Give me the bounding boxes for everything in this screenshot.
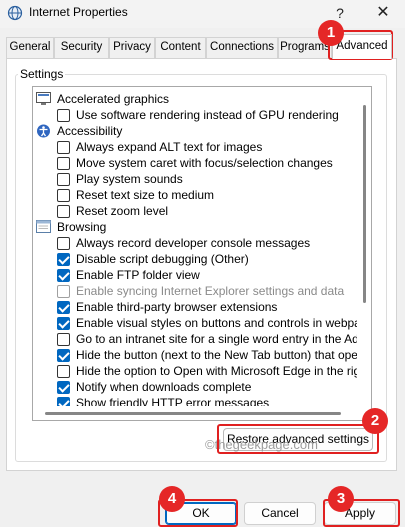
option-label: Use software rendering instead of GPU re… [76, 108, 339, 122]
accessibility-icon [36, 124, 51, 138]
window-title: Internet Properties [29, 5, 128, 19]
internet-globe-icon [7, 5, 23, 21]
checkbox-checked[interactable] [57, 253, 70, 266]
title-bar: Internet Properties ? ✕ [0, 0, 405, 28]
checkbox-unchecked[interactable] [57, 333, 70, 346]
tab-security[interactable]: Security [54, 37, 109, 58]
checkbox-unchecked[interactable] [57, 109, 70, 122]
option-label: Reset zoom level [76, 204, 169, 218]
tab-connections[interactable]: Connections [206, 37, 278, 58]
option-label: Play system sounds [76, 172, 183, 186]
callout-badge-4: 4 [159, 486, 185, 512]
checkbox-unchecked[interactable] [57, 205, 70, 218]
close-button[interactable]: ✕ [372, 2, 394, 24]
checkbox-checked[interactable] [57, 349, 70, 362]
monitor-icon [36, 92, 51, 106]
category-label: Browsing [57, 220, 107, 234]
option-label: Enable FTP folder view [76, 268, 200, 282]
tab-privacy[interactable]: Privacy [109, 37, 155, 58]
option-label: Move system caret with focus/selection c… [76, 156, 333, 170]
option-label: Notify when downloads complete [76, 380, 252, 394]
settings-group-label: Settings [18, 67, 66, 81]
option-label: Always expand ALT text for images [76, 140, 263, 154]
callout-badge-2: 2 [362, 408, 388, 434]
checkbox-unchecked[interactable] [57, 237, 70, 250]
callout-badge-3: 3 [328, 486, 354, 512]
tab-content[interactable]: Content [155, 37, 206, 58]
option-label: Go to an intranet site for a single word… [76, 332, 372, 346]
option-label: Hide the option to Open with Microsoft E… [76, 364, 372, 378]
checkbox-checked[interactable] [57, 301, 70, 314]
checkbox-unchecked[interactable] [57, 189, 70, 202]
vertical-scrollbar[interactable] [357, 87, 371, 405]
vertical-scroll-thumb[interactable] [363, 105, 366, 303]
checkbox-unchecked[interactable] [57, 157, 70, 170]
checkbox-unchecked[interactable] [57, 173, 70, 186]
callout-badge-1: 1 [318, 20, 344, 46]
category-label: Accelerated graphics [57, 92, 170, 106]
checkbox-checked[interactable] [57, 269, 70, 282]
checkbox-unchecked[interactable] [57, 365, 70, 378]
tab-general[interactable]: General [6, 37, 54, 58]
option-label: Enable third-party browser extensions [76, 300, 278, 314]
horizontal-scroll-thumb[interactable] [45, 412, 341, 415]
checkbox-unchecked[interactable] [57, 141, 70, 154]
checkbox-checked[interactable] [57, 381, 70, 394]
settings-tree-list[interactable]: Accelerated graphics Use software renderi… [32, 86, 372, 421]
option-label: Reset text size to medium [76, 188, 215, 202]
option-label: Hide the button (next to the New Tab but… [76, 348, 371, 362]
browser-window-icon [36, 220, 51, 234]
checkbox-checked[interactable] [57, 317, 70, 330]
option-label: Enable syncing Internet Explorer setting… [76, 284, 345, 298]
callout-box-restore [217, 424, 379, 454]
cancel-button[interactable]: Cancel [244, 502, 316, 525]
category-label: Accessibility [57, 124, 123, 138]
option-label: Enable visual styles on buttons and cont… [76, 316, 372, 330]
option-label: Disable script debugging (Other) [76, 252, 249, 266]
option-label: Always record developer console messages [76, 236, 311, 250]
checkbox-unchecked[interactable] [57, 285, 70, 298]
horizontal-scrollbar[interactable] [33, 406, 371, 420]
